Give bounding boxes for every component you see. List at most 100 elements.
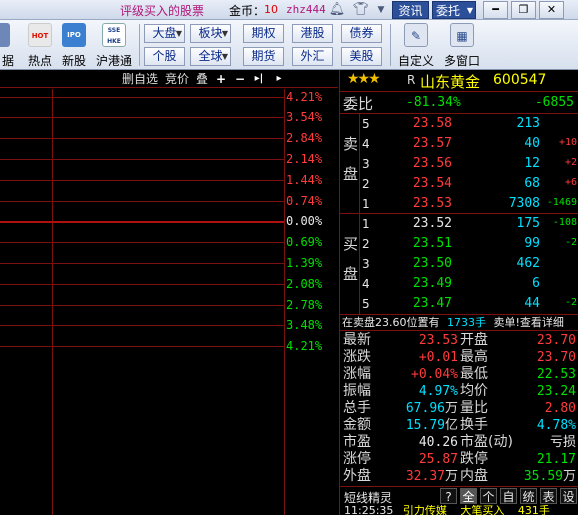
short-line-tab[interactable]: 统 — [520, 488, 537, 504]
market-btn-qihuo[interactable]: 期货 — [243, 47, 284, 66]
delete-self-button[interactable]: 删自选 — [122, 71, 158, 87]
stat-value: 23.70 — [490, 349, 576, 366]
buy-volume: 175 — [516, 216, 540, 231]
tool-label: 自定义 — [397, 54, 434, 68]
short-line-news[interactable]: 11:25:35 引力传媒 大笔买入 431手 — [340, 505, 578, 515]
buy-change: -2 — [564, 297, 577, 308]
minimize-button[interactable]: ━ — [483, 1, 508, 19]
sell-level-row[interactable]: 5 23.58 213 — [362, 114, 577, 134]
buy-level-row[interactable]: 2 23.51 99 -2 — [362, 234, 577, 254]
grid-hline — [0, 305, 284, 306]
short-line-tab[interactable]: ? — [440, 488, 457, 504]
buy-price: 23.47 — [412, 296, 452, 311]
restore-button[interactable]: ❐ — [511, 1, 536, 19]
buy-label-2: 盘 — [343, 265, 359, 283]
sell-level-row[interactable]: 2 23.54 68 +6 — [362, 174, 577, 194]
tool-custom[interactable]: ✎ 自定义 — [396, 23, 436, 69]
market-btn-zhaiquan[interactable]: 债券 — [341, 24, 382, 43]
news-time: 11:25:35 — [344, 505, 394, 515]
market-btn-ganggu[interactable]: 港股 — [292, 24, 333, 43]
sell-label-2: 盘 — [343, 165, 359, 183]
tool-ipo[interactable]: IPO 新股 — [58, 23, 90, 69]
grid-hline-zero — [0, 221, 284, 223]
stat-row: 振幅 4.97% 均价 23.24 — [340, 383, 578, 400]
toolbar: 据 HOT 热点 IPO 新股 SSE HKE 沪港通 大盘 ▼ 板块 ▼ 期权 港… — [0, 20, 578, 70]
market-btn-bankuai[interactable]: 板块 ▼ — [190, 24, 231, 43]
buy-level-row[interactable]: 4 23.49 6 — [362, 274, 577, 294]
custom-icon: ✎ — [404, 23, 428, 47]
tool-data[interactable]: 据 — [0, 23, 14, 69]
large-order-notice[interactable]: 在卖盘23.60位置有 1733手 卖单!查看详细 — [340, 314, 578, 331]
ipo-icon: IPO — [62, 23, 86, 47]
close-button[interactable]: ✕ — [539, 1, 564, 19]
scroll-right-button[interactable]: ▸ — [272, 72, 286, 86]
coins-label: 金币： — [229, 4, 266, 18]
buy-level-number: 2 — [362, 237, 370, 251]
multi-window-icon: ▦ — [450, 23, 474, 47]
overlay-button[interactable]: 叠 — [196, 71, 208, 87]
stat-value-number: 22.53 — [536, 367, 576, 382]
market-btn-dapan[interactable]: 大盘 ▼ — [144, 24, 185, 43]
stat-value-number: 67.96 — [405, 401, 445, 416]
market-btn-qiquan[interactable]: 期权 — [243, 24, 284, 43]
market-btn-label: 个股 — [152, 49, 177, 63]
top-strip: 评级买入的股票 金币： 10 zhz444 🔔︎ 👕︎ ▼ 资讯 委托 ▼ ━ … — [0, 0, 578, 20]
news-stock: 引力传媒 — [402, 505, 447, 515]
zoom-out-button[interactable]: − — [233, 72, 247, 86]
pct-axis-label: 4.21% — [286, 339, 323, 353]
market-btn-meigu[interactable]: 美股 — [341, 47, 382, 66]
sell-change: +6 — [564, 177, 577, 188]
market-btn-label: 美股 — [349, 49, 374, 63]
short-line-tab[interactable]: 表 — [540, 488, 557, 504]
bell-icon[interactable]: 🔔︎ — [328, 2, 346, 18]
sell-volume: 12 — [524, 156, 540, 171]
short-line-tab[interactable]: 自 — [500, 488, 517, 504]
sell-level-row[interactable]: 4 23.57 40 +10 — [362, 134, 577, 154]
stat-label: 内盘 — [460, 468, 488, 484]
tool-sse-hkex[interactable]: SSE HKE 沪港通 — [92, 23, 136, 69]
buy-level-row[interactable]: 5 23.47 44 -2 — [362, 294, 577, 314]
stat-value: 35.59万 — [490, 468, 576, 485]
stat-value-number: +0.04% — [411, 367, 458, 382]
buy-level-row[interactable]: 1 23.52 175 -108 — [362, 214, 577, 234]
tool-hot[interactable]: HOT 热点 — [24, 23, 56, 69]
buy-price: 23.50 — [412, 256, 452, 271]
stock-code: 600547 — [493, 72, 547, 88]
sell-volume: 213 — [516, 116, 540, 131]
username[interactable]: zhz444 — [286, 3, 326, 16]
market-btn-quanqiu[interactable]: 全球 ▼ — [190, 47, 231, 66]
stat-value: 4.78% — [490, 417, 576, 434]
chevron-down-icon[interactable]: ▼ — [372, 2, 390, 18]
promo-link[interactable]: 评级买入的股票 — [120, 2, 204, 19]
notice-link[interactable]: 卖单!查看详细 — [494, 316, 564, 329]
tool-label: 新股 — [61, 54, 86, 68]
bid-ratio-diff: -6855 — [534, 95, 574, 110]
sell-level-row[interactable]: 3 23.56 12 +2 — [362, 154, 577, 174]
stat-row: 最新 23.53 开盘 23.70 — [340, 332, 578, 349]
pct-axis-label: 3.54% — [286, 110, 323, 124]
tool-multi-window[interactable]: ▦ 多窗口 — [440, 23, 484, 69]
market-btn-gegu[interactable]: 个股 — [144, 47, 185, 66]
sell-level-number: 2 — [362, 177, 370, 191]
intraday-chart[interactable]: 删自选 竞价 叠 + − ▸| ▸ 4.21% 3.54% 2.84% 2.14% 1.… — [0, 70, 338, 515]
sell-level-row[interactable]: 1 23.53 7308 -1469 — [362, 194, 577, 214]
next-button[interactable]: ▸| — [252, 72, 266, 86]
stat-unit: 亿 — [444, 418, 458, 433]
stat-row: 外盘 32.37万 内盘 35.59万 — [340, 468, 578, 485]
sell-price: 23.53 — [412, 196, 452, 211]
short-line-tab[interactable]: 设 — [560, 488, 577, 504]
zoom-in-button[interactable]: + — [214, 72, 228, 86]
buy-level-row[interactable]: 3 23.50 462 — [362, 254, 577, 274]
buy-level-number: 3 — [362, 257, 370, 271]
short-line-tab[interactable]: 全 — [460, 488, 477, 504]
buy-change: -108 — [552, 217, 577, 228]
stat-row: 市盈 40.26 市盈(动) 亏损 — [340, 434, 578, 451]
stat-value: 23.24 — [490, 383, 576, 400]
auction-button[interactable]: 竞价 — [165, 71, 189, 87]
trade-button[interactable]: 委托 ▼ — [432, 1, 476, 19]
market-btn-waihui[interactable]: 外汇 — [292, 47, 333, 66]
shirt-icon[interactable]: 👕︎ — [352, 2, 370, 18]
buy-side: 买 盘 1 23.52 175 -108 2 23.51 99 -2 3 23.50 462 4 23.… — [340, 214, 578, 314]
news-button[interactable]: 资讯 — [392, 1, 429, 19]
short-line-tab[interactable]: 个 — [480, 488, 497, 504]
